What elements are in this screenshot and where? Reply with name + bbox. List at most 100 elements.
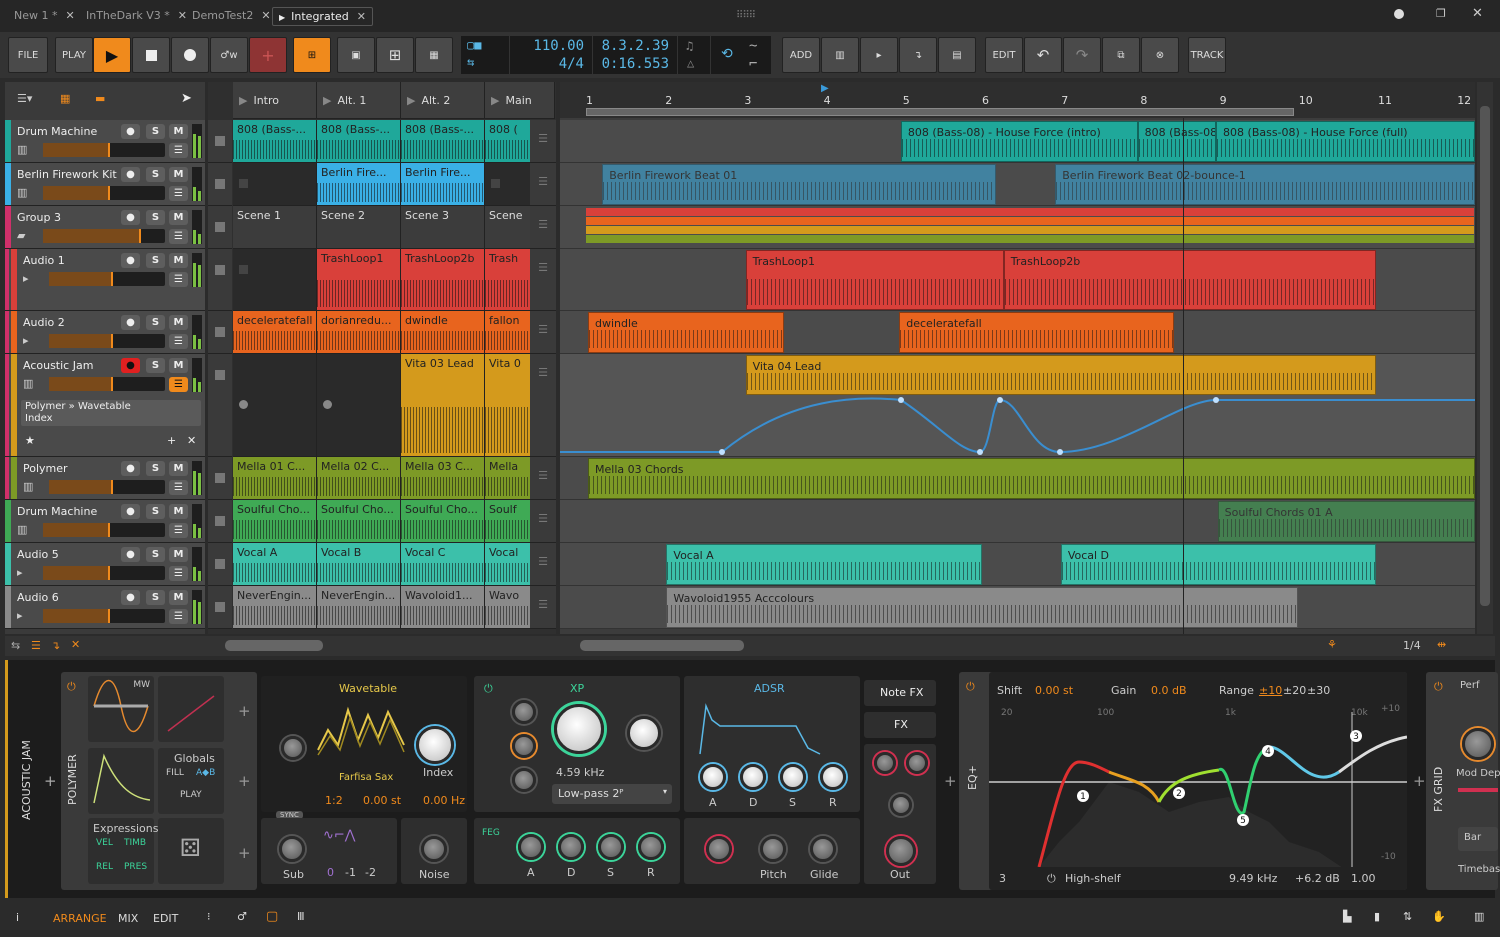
clip-overdub-button[interactable]: ⊞ bbox=[376, 37, 414, 73]
scene-header[interactable]: ▶ Intro bbox=[233, 82, 317, 119]
delete-button[interactable]: ⊗ bbox=[1141, 37, 1179, 73]
range-20-button[interactable]: ±20 bbox=[1283, 684, 1306, 697]
loop-region[interactable] bbox=[586, 108, 1294, 116]
clip-slot[interactable]: Scene 1 bbox=[233, 206, 317, 249]
scene-launch-icon[interactable]: ▶ bbox=[239, 94, 247, 107]
arranger-clip[interactable]: Vocal A bbox=[666, 544, 982, 585]
record-arm-button[interactable]: ● bbox=[121, 124, 140, 139]
add-automation-button[interactable]: + bbox=[167, 434, 176, 447]
track-stop-all-icon[interactable]: ☰ bbox=[530, 206, 556, 249]
track-menu-button[interactable]: ☰ bbox=[169, 143, 188, 158]
remove-automation-button[interactable]: ✕ bbox=[187, 434, 196, 447]
mix-view-tab[interactable]: MIX bbox=[118, 912, 138, 925]
sub-waveform-icon[interactable]: ∿⌐⋀ bbox=[323, 828, 355, 843]
track-name[interactable]: Audio 5 bbox=[17, 548, 59, 561]
arranger-clip[interactable]: 808 (Bass-08) bbox=[1137, 121, 1217, 162]
envelope-d-knob[interactable] bbox=[740, 764, 766, 790]
track-menu-button[interactable]: ☰ bbox=[169, 609, 188, 624]
track-stop-all-icon[interactable]: ☰ bbox=[530, 543, 556, 586]
clip-launcher-view-icon[interactable]: ▦ bbox=[60, 92, 70, 105]
track-header[interactable]: Audio 6 ● S M ▸ ☰ bbox=[5, 586, 205, 629]
track-stop-all-icon[interactable]: ☰ bbox=[530, 354, 556, 457]
volume-fader[interactable] bbox=[43, 186, 165, 200]
record-arm-button[interactable]: ● bbox=[121, 590, 140, 605]
track-header[interactable]: Audio 2 ● S M ▸ ☰ bbox=[5, 311, 205, 354]
track-header[interactable]: Drum Machine ● S M ▥ ☰ bbox=[5, 500, 205, 543]
solo-button[interactable]: S bbox=[146, 590, 165, 605]
add-instrument-button[interactable]: ▥ bbox=[821, 37, 859, 73]
clip-slot[interactable]: Mella 01 C... bbox=[233, 457, 317, 500]
add-effect-button[interactable]: ↴ bbox=[899, 37, 937, 73]
edit-view-tab[interactable]: EDIT bbox=[153, 912, 178, 925]
tab-2[interactable]: DemoTest2 ✕ bbox=[186, 7, 277, 26]
clip-slot[interactable]: Soulful Cho... bbox=[233, 500, 317, 543]
clip-slot[interactable]: Scene 3 bbox=[401, 206, 485, 249]
pointer-tool-icon[interactable]: ➤ bbox=[181, 91, 192, 106]
clip-stop-button[interactable] bbox=[215, 136, 225, 146]
track-header[interactable]: Audio 1 ● S M ▸ ☰ bbox=[5, 249, 205, 311]
filter-type-dropdown[interactable]: XP bbox=[570, 682, 584, 695]
envelope-type-dropdown[interactable]: ADSR bbox=[754, 682, 785, 695]
clip-slot[interactable]: Vita 03 Lead bbox=[401, 354, 485, 457]
solo-button[interactable]: S bbox=[146, 358, 165, 373]
track-name[interactable]: Polymer bbox=[23, 462, 68, 475]
envelope-a-knob[interactable] bbox=[518, 834, 544, 860]
feg-label[interactable]: FEG bbox=[482, 828, 500, 838]
width-knob[interactable] bbox=[890, 794, 912, 816]
mute-button[interactable]: M bbox=[169, 358, 188, 373]
track-stop-all-icon[interactable]: ☰ bbox=[530, 163, 556, 206]
record-arm-button[interactable]: ● bbox=[121, 253, 140, 268]
mute-button[interactable]: M bbox=[169, 461, 188, 476]
vel-label[interactable]: VEL bbox=[96, 838, 113, 848]
swap-icon[interactable]: ⇆ bbox=[11, 639, 20, 652]
add-group-button[interactable]: ▤ bbox=[938, 37, 976, 73]
favorite-icon[interactable]: ★ bbox=[25, 434, 35, 447]
timeline-ruler[interactable]: ▶ 1 2 3 4 5 6 7 8 9 10 11 12 bbox=[560, 82, 1475, 118]
envelope-a-knob[interactable] bbox=[700, 764, 726, 790]
volume-fader[interactable] bbox=[43, 523, 165, 537]
project-icon[interactable]: ▙ bbox=[1343, 910, 1351, 923]
glide-knob[interactable] bbox=[810, 836, 836, 862]
info-button[interactable]: i bbox=[16, 911, 19, 924]
clip-stop-button[interactable] bbox=[215, 602, 225, 612]
track-name[interactable]: Audio 2 bbox=[23, 316, 65, 329]
record-arm-button[interactable]: ● bbox=[121, 210, 140, 225]
osc-knob[interactable] bbox=[281, 736, 305, 760]
arranger-clip[interactable]: 808 (Bass-08) - House Force (full) bbox=[1216, 121, 1475, 162]
envelope-modulator[interactable] bbox=[88, 748, 154, 814]
empty-clip-slot[interactable] bbox=[233, 354, 317, 457]
filter-power-icon[interactable]: ⏻ bbox=[484, 682, 493, 696]
launcher-to-arranger-button[interactable]: ▦ bbox=[415, 37, 453, 73]
cutoff-knob[interactable] bbox=[554, 704, 604, 754]
volume-fader[interactable] bbox=[49, 334, 165, 348]
volume-fader[interactable] bbox=[49, 377, 165, 391]
mute-button[interactable]: M bbox=[169, 253, 188, 268]
ab-label[interactable]: A◆B bbox=[196, 768, 215, 778]
pitch-value[interactable]: 0.00 st bbox=[363, 794, 401, 807]
clip-slot[interactable]: NeverEngin... bbox=[233, 586, 317, 629]
add-audio-button[interactable]: ▸ bbox=[860, 37, 898, 73]
envelope-s-knob[interactable] bbox=[780, 764, 806, 790]
random-modulator[interactable]: ⚄ bbox=[158, 818, 224, 884]
envelope-r-knob[interactable] bbox=[820, 764, 846, 790]
gain-value[interactable]: 0.0 dB bbox=[1151, 684, 1187, 697]
track-menu-button[interactable]: ☰ bbox=[169, 523, 188, 538]
clip-slot[interactable]: NeverEngin... bbox=[317, 586, 401, 629]
clip-automation-write-button[interactable]: ▣ bbox=[337, 37, 375, 73]
track-stop-all-icon[interactable]: ☰ bbox=[530, 120, 556, 163]
empty-clip-slot[interactable] bbox=[233, 249, 317, 311]
keytrack-knob[interactable] bbox=[512, 734, 536, 758]
add-modulator-button[interactable]: + bbox=[238, 844, 251, 862]
eq-power-icon[interactable]: ⏻ bbox=[966, 680, 975, 694]
fill-label[interactable]: FILL bbox=[166, 768, 184, 778]
keytrack-modulator[interactable] bbox=[158, 676, 224, 742]
close-tab-icon[interactable]: ✕ bbox=[65, 9, 74, 22]
eq-display[interactable]: Shift 0.00 st Gain 0.0 dB Range ±10 ±20 … bbox=[989, 672, 1407, 890]
add-modulator-button[interactable]: + bbox=[238, 772, 251, 790]
record-arm-button[interactable]: ● bbox=[121, 547, 140, 562]
solo-button[interactable]: S bbox=[146, 124, 165, 139]
noise-knob[interactable] bbox=[421, 836, 447, 862]
play-label[interactable]: PLAY bbox=[180, 790, 202, 800]
arranger-view-icon[interactable]: ▬ bbox=[95, 92, 105, 105]
mute-button[interactable]: M bbox=[169, 124, 188, 139]
